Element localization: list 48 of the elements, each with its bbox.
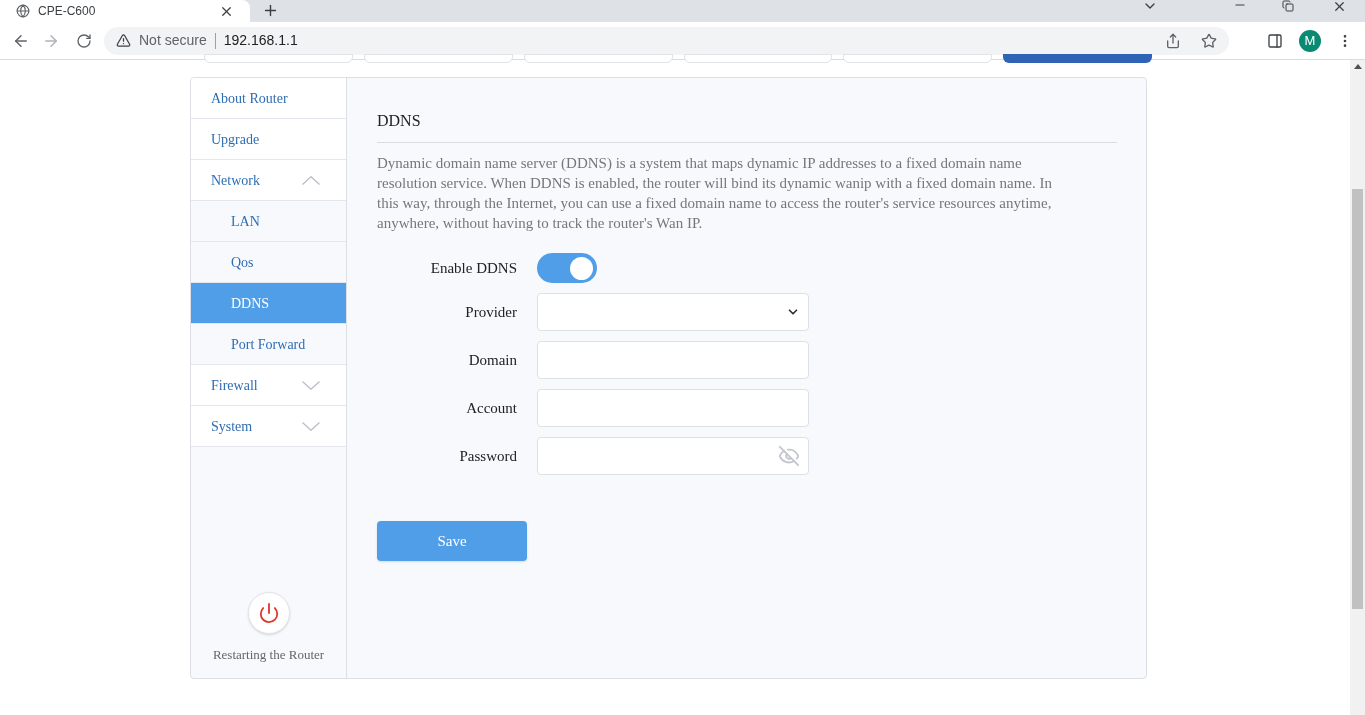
close-window-icon[interactable] [1332, 0, 1347, 14]
nav-tab[interactable] [843, 54, 993, 63]
field-label: Domain [467, 350, 517, 370]
field-label: Account [465, 398, 517, 418]
sidebar-item[interactable]: Firewall [191, 365, 346, 406]
sidebar-item[interactable]: Upgrade [191, 119, 346, 160]
warning-icon [116, 33, 131, 48]
nav-tab[interactable] [204, 54, 353, 63]
select-field[interactable] [537, 293, 809, 331]
new-tab-icon[interactable] [262, 2, 279, 19]
restart-label: Restarting the Router [212, 645, 325, 664]
section-title: DDNS [377, 109, 1117, 143]
nav-tab[interactable] [683, 54, 833, 63]
address-bar[interactable]: Not secure 192.168.1.1 [104, 26, 1229, 55]
reload-icon[interactable] [76, 32, 92, 49]
section-description: Dynamic domain name server (DDNS) is a system that maps dynamic IP addresses to a fixed domain name resolution service. When DDNS is enabled, the router will bind its dynamic wanip with a fixed domain name. In this way, through the Internet, you can use a fixed domain name to access the router's service resources anytime, anywhere, without having to track the router's Wan IP. [377, 154, 1053, 233]
input-field[interactable] [537, 341, 809, 379]
chevron-down-icon [302, 421, 320, 431]
password-field[interactable] [537, 437, 809, 475]
field-label: Enable DDNS [429, 258, 517, 278]
sidebar-item[interactable]: System [191, 406, 346, 447]
nav-tab[interactable] [523, 54, 673, 63]
restart-button[interactable] [247, 591, 290, 634]
tab-title: CPE-C600 [38, 3, 97, 20]
sidebar-subitem[interactable]: DDNS [191, 283, 346, 324]
browser-tab[interactable]: CPE-C600 [0, 0, 250, 22]
chevron-down-icon [302, 380, 320, 390]
save-button[interactable]: Save [377, 521, 527, 561]
sidebar-item[interactable]: Network [191, 160, 346, 201]
security-label: Not secure [139, 31, 207, 50]
url-text: 192.168.1.1 [223, 31, 298, 50]
nav-tab[interactable] [363, 54, 513, 63]
nav-tab[interactable] [1003, 54, 1153, 63]
sidebar-item[interactable]: About Router [191, 78, 346, 119]
toggle-switch[interactable] [537, 253, 597, 283]
input-field[interactable] [537, 389, 809, 427]
profile-avatar[interactable]: M [1299, 29, 1321, 52]
share-icon[interactable] [1165, 32, 1181, 49]
eye-off-icon[interactable] [778, 445, 800, 467]
field-label: Provider [464, 302, 517, 322]
scrollbar[interactable] [1350, 60, 1365, 715]
power-icon [257, 601, 280, 624]
field-label: Password [458, 446, 517, 466]
chevron-up-icon [302, 175, 320, 185]
globe-icon [16, 4, 30, 18]
restore-icon[interactable] [1282, 0, 1294, 12]
bookmark-star-icon[interactable] [1201, 32, 1217, 49]
side-panel-icon[interactable] [1267, 32, 1283, 49]
